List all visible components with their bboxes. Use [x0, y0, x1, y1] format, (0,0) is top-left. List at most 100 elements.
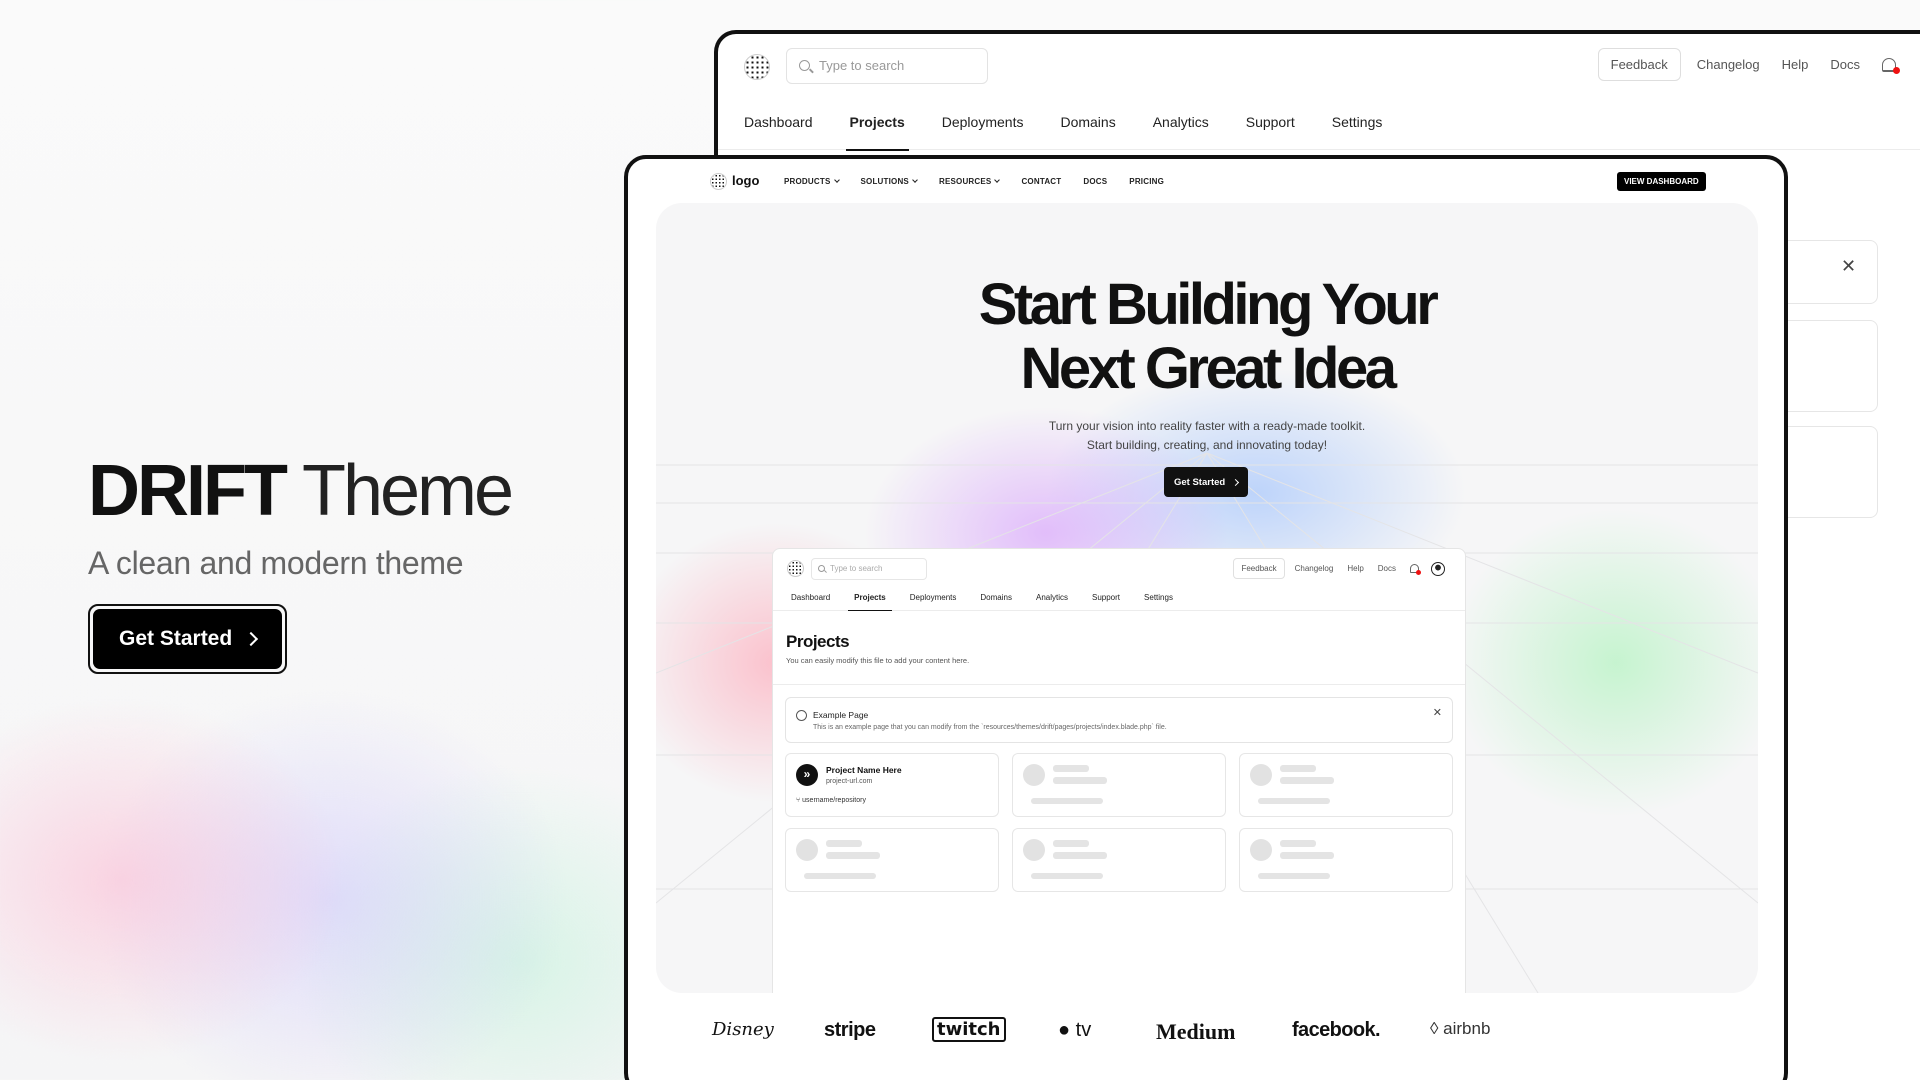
- search-icon: [818, 565, 825, 572]
- logo-icon[interactable]: [787, 560, 804, 577]
- skeleton-line: [1280, 777, 1334, 784]
- get-started-button-frame: Get Started: [88, 604, 288, 674]
- skeleton-line: [1280, 840, 1316, 847]
- close-icon[interactable]: ✕: [1433, 708, 1442, 719]
- chevron-down-icon: [912, 177, 918, 183]
- feedback-button[interactable]: Feedback: [1597, 48, 1681, 81]
- inner-tab-settings[interactable]: Settings: [1138, 583, 1179, 610]
- skeleton-avatar: [1023, 764, 1045, 786]
- tab-deployments[interactable]: Deployments: [928, 96, 1038, 150]
- project-repo: ⑂ username/repository: [796, 797, 866, 804]
- chevron-down-icon: [833, 177, 840, 183]
- view-dashboard-button[interactable]: VIEW DASHBOARD: [1617, 172, 1706, 191]
- skeleton-avatar: [796, 839, 818, 861]
- hero-section: DRIFT Theme A clean and modern theme Get…: [88, 455, 648, 674]
- avatar[interactable]: [1431, 561, 1445, 576]
- inner-tab-dashboard[interactable]: Dashboard: [785, 583, 836, 610]
- landing-menu: PRODUCTS SOLUTIONS RESOURCES CONTACT DOC…: [784, 177, 1164, 186]
- landing-window: logo PRODUCTS SOLUTIONS RESOURCES CONTAC…: [624, 155, 1788, 1080]
- inner-topbar-actions: Feedback Changelog Help Docs: [1233, 558, 1445, 579]
- hero-get-started-button[interactable]: Get Started: [1164, 467, 1249, 497]
- apple-tv-logo: ● tv: [1058, 1019, 1091, 1042]
- notification-bell-icon[interactable]: [1410, 564, 1421, 575]
- tab-settings[interactable]: Settings: [1318, 96, 1397, 150]
- changelog-link[interactable]: Changelog: [1697, 57, 1760, 72]
- menu-item-products[interactable]: PRODUCTS: [784, 177, 840, 186]
- disney-logo: Disney: [712, 1019, 774, 1040]
- brand-title: DRIFT Theme: [88, 455, 648, 527]
- inner-help-link[interactable]: Help: [1347, 564, 1363, 573]
- menu-item-docs[interactable]: DOCS: [1083, 177, 1107, 186]
- hero-headline-line1: Start Building Your: [978, 272, 1439, 337]
- dashboard-topbar: Type to search Feedback Changelog Help D…: [718, 34, 1920, 96]
- tab-analytics[interactable]: Analytics: [1139, 96, 1223, 150]
- project-card-skeleton: [785, 828, 999, 892]
- tab-dashboard[interactable]: Dashboard: [730, 96, 827, 150]
- notification-dot: [1893, 66, 1900, 74]
- skeleton-line: [1280, 852, 1334, 859]
- menu-item-resources[interactable]: RESOURCES: [939, 177, 1001, 186]
- inner-topbar: Type to search Feedback Changelog Help D…: [773, 549, 1465, 583]
- menu-item-solutions[interactable]: SOLUTIONS: [860, 177, 918, 186]
- hero-get-started-label: Get Started: [1174, 476, 1226, 488]
- search-placeholder: Type to search: [819, 58, 905, 73]
- tab-projects[interactable]: Projects: [836, 96, 919, 151]
- stripe-logo: stripe: [824, 1019, 876, 1041]
- alert-title: Example Page: [813, 710, 869, 720]
- apple-icon: ●: [1058, 1019, 1071, 1041]
- skeleton-line: [826, 852, 880, 859]
- logo-text[interactable]: logo: [732, 173, 759, 188]
- brand-logos-row: Disney stripe twitch ● tv Medium faceboo…: [628, 1011, 1784, 1055]
- inner-tab-domains[interactable]: Domains: [974, 583, 1018, 610]
- message-icon: [796, 710, 807, 721]
- topbar-actions: Feedback Changelog Help Docs: [1597, 48, 1920, 81]
- medium-logo: Medium: [1156, 1019, 1236, 1044]
- page-description: You can easily modify this file to add y…: [786, 656, 970, 665]
- project-cards: » Project Name Here project-url.com ⑂ us…: [785, 753, 1453, 892]
- logo-icon[interactable]: [710, 173, 727, 190]
- skeleton-line: [1258, 873, 1330, 879]
- menu-item-label: SOLUTIONS: [860, 177, 909, 186]
- project-card[interactable]: » Project Name Here project-url.com ⑂ us…: [785, 753, 999, 817]
- inner-tab-analytics[interactable]: Analytics: [1030, 583, 1074, 610]
- menu-item-contact[interactable]: CONTACT: [1021, 177, 1061, 186]
- docs-link[interactable]: Docs: [1830, 57, 1860, 72]
- search-icon: [799, 60, 810, 71]
- search-input[interactable]: Type to search: [786, 48, 988, 84]
- inner-tab-deployments[interactable]: Deployments: [904, 583, 963, 610]
- hero-description: Turn your vision into reality faster wit…: [656, 417, 1758, 455]
- help-link[interactable]: Help: [1782, 57, 1809, 72]
- skeleton-avatar: [1250, 764, 1272, 786]
- menu-item-pricing[interactable]: PRICING: [1129, 177, 1164, 186]
- tab-support[interactable]: Support: [1232, 96, 1309, 150]
- project-card-skeleton: [1012, 753, 1226, 817]
- project-card-skeleton: [1239, 828, 1453, 892]
- project-name: Project Name Here: [826, 765, 902, 775]
- inner-search-input[interactable]: Type to search: [811, 558, 927, 580]
- skeleton-line: [1031, 873, 1103, 879]
- project-repo-name: username/repository: [802, 797, 866, 804]
- hero-headline: Start Building Your Next Great Idea: [656, 273, 1758, 401]
- inner-changelog-link[interactable]: Changelog: [1295, 564, 1334, 573]
- project-card-skeleton: [1239, 753, 1453, 817]
- logo-icon[interactable]: [744, 54, 770, 80]
- inner-dashboard-preview: Type to search Feedback Changelog Help D…: [772, 548, 1466, 993]
- close-icon[interactable]: ✕: [1841, 257, 1856, 275]
- brand-title-light: Theme: [301, 451, 514, 531]
- facebook-logo: facebook.: [1292, 1019, 1381, 1041]
- inner-docs-link[interactable]: Docs: [1378, 564, 1396, 573]
- skeleton-line: [804, 873, 876, 879]
- inner-tab-support[interactable]: Support: [1086, 583, 1126, 610]
- hero-description-line2: Start building, creating, and innovating…: [1086, 438, 1328, 452]
- hero-description-line1: Turn your vision into reality faster wit…: [1048, 419, 1366, 433]
- inner-feedback-button[interactable]: Feedback: [1233, 558, 1285, 579]
- inner-tab-projects[interactable]: Projects: [848, 583, 892, 611]
- chevron-right-icon: [244, 631, 259, 647]
- tab-domains[interactable]: Domains: [1046, 96, 1129, 150]
- landing-hero: Start Building Your Next Great Idea Turn…: [656, 203, 1758, 993]
- airbnb-text: airbnb: [1443, 1019, 1491, 1038]
- get-started-button[interactable]: Get Started: [93, 609, 283, 669]
- notification-bell-icon[interactable]: [1882, 57, 1900, 74]
- skeleton-line: [1053, 777, 1107, 784]
- skeleton-avatar: [1250, 839, 1272, 861]
